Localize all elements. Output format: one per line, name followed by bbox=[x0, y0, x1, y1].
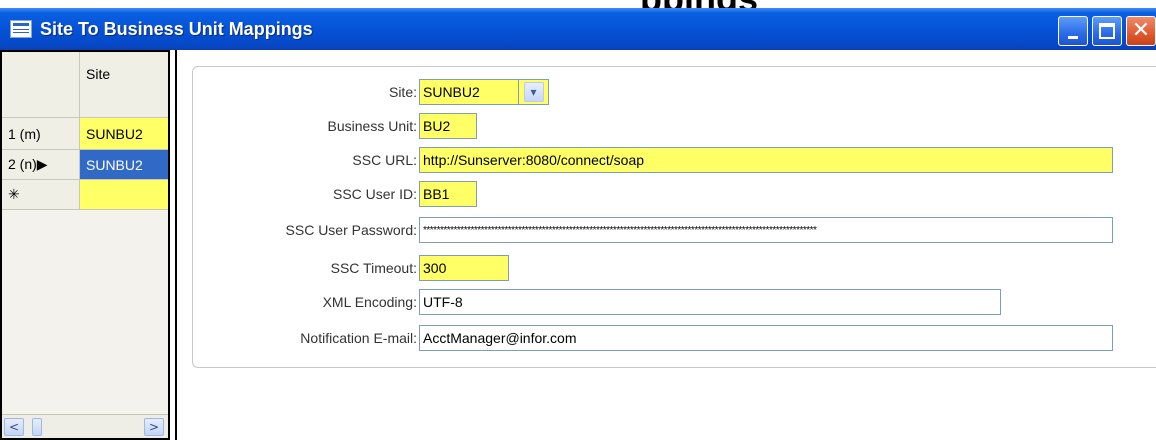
notification-email-label: Notification E-mail: bbox=[300, 330, 417, 346]
window-title: Site To Business Unit Mappings bbox=[40, 18, 313, 39]
site-select[interactable]: SUNBU2 ▾ bbox=[419, 79, 549, 105]
notification-email-row: Notification E-mail: AcctManager@infor.c… bbox=[193, 325, 1113, 351]
ssc-user-id-field[interactable]: BB1 bbox=[419, 181, 477, 207]
close-button[interactable]: ✕ bbox=[1126, 16, 1156, 46]
table-row[interactable]: 1 (m) SUNBU2 bbox=[2, 118, 168, 150]
site-row: Site: SUNBU2 ▾ bbox=[193, 79, 549, 105]
notification-email-field[interactable]: AcctManager@infor.com bbox=[419, 325, 1113, 351]
row-header[interactable]: 1 (m) bbox=[2, 118, 80, 150]
site-select-value[interactable]: SUNBU2 bbox=[419, 79, 519, 105]
maximize-icon bbox=[1099, 23, 1115, 39]
records-grid[interactable]: Site 1 (m) SUNBU2 2 (n)▶ SUNBU2 ✳ < > bbox=[0, 50, 170, 440]
business-unit-field[interactable]: BU2 bbox=[419, 113, 477, 139]
xml-encoding-label: XML Encoding: bbox=[322, 294, 417, 310]
ssc-url-field[interactable]: http://Sunserver:8080/connect/soap bbox=[419, 147, 1113, 173]
ssc-timeout-field[interactable]: 300 bbox=[419, 255, 509, 281]
minimize-button[interactable] bbox=[1058, 16, 1088, 46]
minimize-icon bbox=[1068, 35, 1078, 39]
column-header-site[interactable]: Site bbox=[80, 52, 168, 118]
table-row[interactable]: 2 (n)▶ SUNBU2 bbox=[2, 150, 168, 180]
panel-splitter[interactable] bbox=[170, 50, 177, 440]
form-window-icon bbox=[10, 20, 32, 38]
ssc-timeout-row: SSC Timeout: 300 bbox=[193, 255, 509, 281]
ssc-url-row: SSC URL: http://Sunserver:8080/connect/s… bbox=[193, 147, 1113, 173]
site-cell-selected[interactable]: SUNBU2 bbox=[80, 150, 168, 180]
ssc-timeout-label: SSC Timeout: bbox=[330, 260, 417, 276]
table-row-new[interactable]: ✳ bbox=[2, 180, 168, 210]
chevron-down-icon: ▾ bbox=[523, 82, 544, 102]
ssc-user-id-label: SSC User ID: bbox=[332, 186, 417, 202]
maximize-button[interactable] bbox=[1092, 16, 1122, 46]
site-label: Site: bbox=[388, 84, 417, 100]
site-dropdown-button[interactable]: ▾ bbox=[519, 79, 549, 105]
horizontal-scrollbar[interactable]: < > bbox=[2, 414, 168, 438]
grid-header-row: Site bbox=[2, 52, 168, 118]
close-icon: ✕ bbox=[1131, 18, 1151, 43]
xml-encoding-row: XML Encoding: UTF-8 bbox=[193, 289, 1001, 315]
window-controls: ✕ bbox=[1058, 16, 1156, 46]
ssc-url-label: SSC URL: bbox=[352, 152, 417, 168]
xml-encoding-field[interactable]: UTF-8 bbox=[419, 289, 1001, 315]
row-header[interactable]: 2 (n)▶ bbox=[2, 150, 80, 180]
ssc-password-field[interactable]: ****************************************… bbox=[419, 217, 1113, 243]
ssc-user-id-row: SSC User ID: BB1 bbox=[193, 181, 477, 207]
site-cell-new[interactable] bbox=[80, 180, 168, 210]
grid-corner-cell[interactable] bbox=[2, 52, 80, 118]
detail-form: Site: SUNBU2 ▾ Business Unit: BU2 SSC UR… bbox=[192, 66, 1156, 368]
business-unit-label: Business Unit: bbox=[327, 118, 417, 134]
scroll-left-button[interactable]: < bbox=[4, 418, 24, 436]
business-unit-row: Business Unit: BU2 bbox=[193, 113, 477, 139]
ssc-password-label: SSC User Password: bbox=[285, 222, 417, 238]
ssc-password-row: SSC User Password: *********************… bbox=[193, 217, 1113, 243]
scroll-thumb[interactable] bbox=[32, 418, 42, 436]
scroll-right-button[interactable]: > bbox=[144, 418, 164, 436]
window-titlebar[interactable]: Site To Business Unit Mappings ✕ bbox=[0, 8, 1156, 50]
site-cell[interactable]: SUNBU2 bbox=[80, 118, 168, 150]
new-row-icon[interactable]: ✳ bbox=[2, 180, 80, 210]
